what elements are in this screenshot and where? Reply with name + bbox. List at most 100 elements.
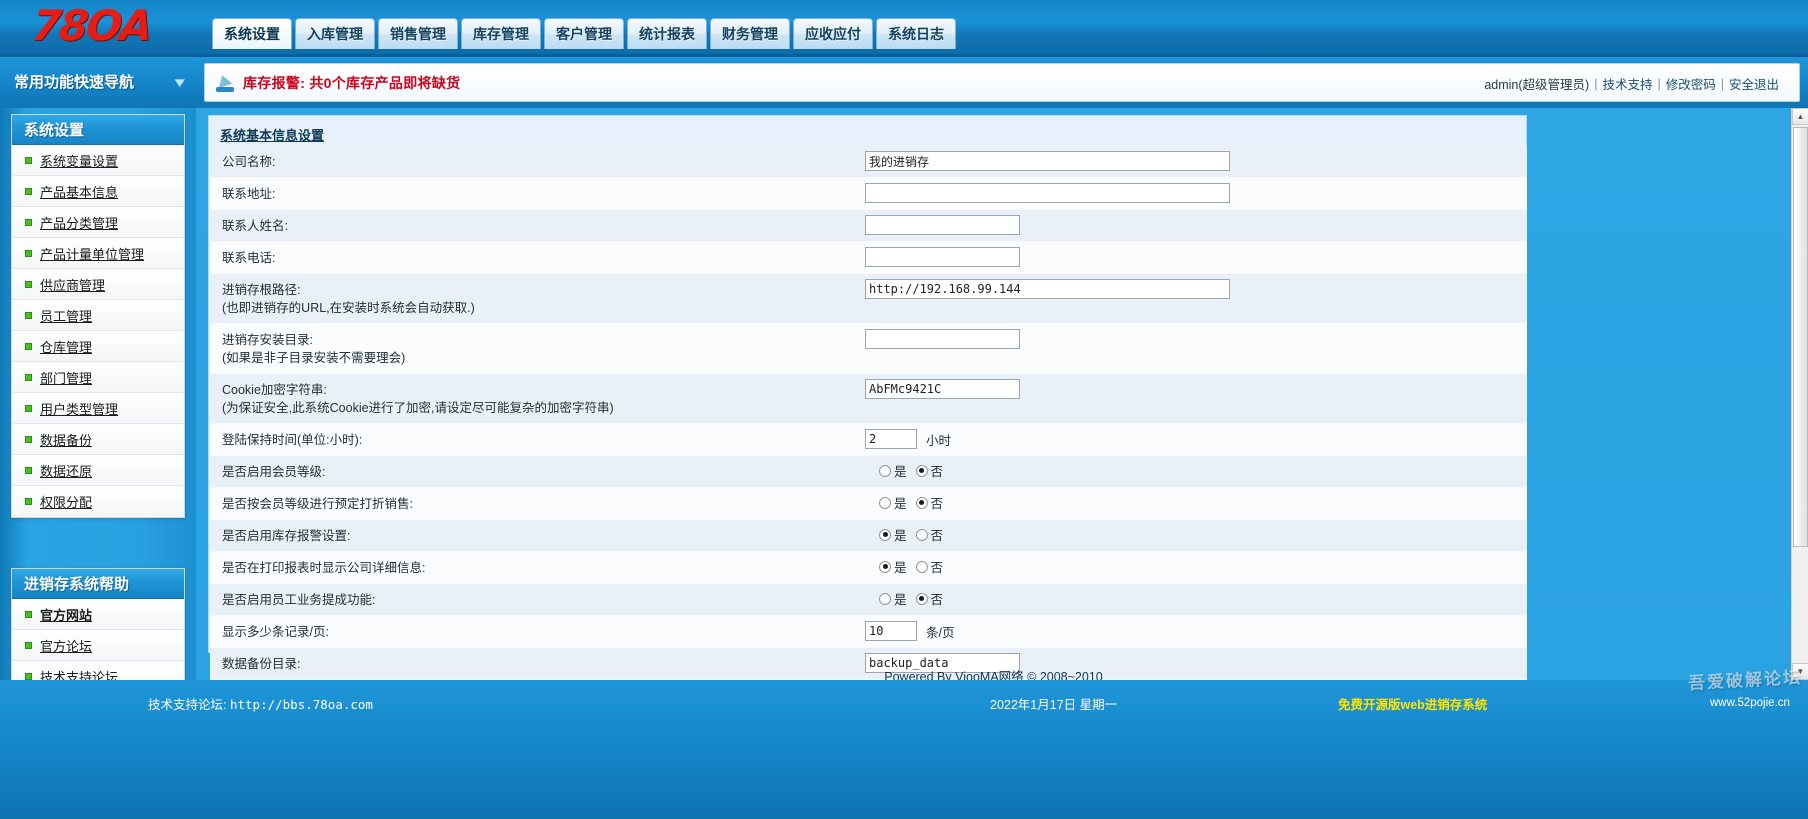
radio-option-0[interactable]: 是: [879, 557, 907, 576]
app-logo[interactable]: 78OA: [32, 2, 192, 50]
input-field-7[interactable]: [865, 429, 917, 449]
bullet-square-icon: [25, 467, 32, 474]
input-field-13[interactable]: [865, 621, 917, 641]
radio-option-label: 是: [894, 557, 907, 576]
sidebar-item-7[interactable]: 部门管理: [12, 362, 184, 393]
radio-option-0[interactable]: 是: [879, 525, 907, 544]
footer-support-url[interactable]: http://bbs.78oa.com: [230, 697, 373, 712]
radio-button-icon[interactable]: [879, 561, 891, 573]
chevron-down-icon[interactable]: ▾: [175, 73, 186, 91]
radio-option-0[interactable]: 是: [879, 461, 907, 480]
nav-tab-0[interactable]: 系统设置: [212, 18, 292, 49]
sidebar-settings-list: 系统变量设置产品基本信息产品分类管理产品计量单位管理供应商管理员工管理仓库管理部…: [12, 145, 184, 517]
radio-option-1[interactable]: 否: [916, 525, 944, 544]
nav-tab-3[interactable]: 库存管理: [461, 18, 541, 49]
menu-item-label: 供应商管理: [40, 275, 105, 294]
radio-option-0[interactable]: 是: [879, 589, 907, 608]
form-label-hint: (为保证安全,此系统Cookie进行了加密,请设定尽可能复杂的加密字符串): [222, 399, 865, 417]
scrollbar-thumb[interactable]: [1793, 127, 1808, 547]
sidebar-item-10[interactable]: 数据还原: [12, 455, 184, 486]
radio-button-icon[interactable]: [879, 465, 891, 477]
radio-option-0[interactable]: 是: [879, 493, 907, 512]
footer-site[interactable]: www.52pojie.cn: [1710, 697, 1790, 709]
radio-option-1[interactable]: 否: [916, 461, 944, 480]
form-label-text: 显示多少条记录/页:: [222, 625, 329, 639]
bullet-square-icon: [25, 281, 32, 288]
menu-item-label: 部门管理: [40, 368, 92, 387]
nav-tab-7[interactable]: 应收应付: [793, 18, 873, 49]
form-label-text: 是否启用会员等级:: [222, 465, 325, 479]
radio-option-1[interactable]: 否: [916, 589, 944, 608]
sidebar-item-8[interactable]: 用户类型管理: [12, 393, 184, 424]
radio-button-icon[interactable]: [879, 497, 891, 509]
page-scrollbar[interactable]: ▲ ▼: [1791, 108, 1808, 680]
form-row: 联系电话:: [210, 242, 1527, 274]
radio-button-icon[interactable]: [916, 593, 928, 605]
input-field-3[interactable]: [865, 247, 1020, 267]
page-footer: 技术支持论坛: http://bbs.78oa.com 2022年1月17日 星…: [0, 680, 1808, 819]
sidebar-item-2[interactable]: 产品分类管理: [12, 207, 184, 238]
sidebar-help-item-0[interactable]: 官方网站: [12, 599, 184, 630]
radio-button-icon[interactable]: [916, 561, 928, 573]
radio-option-label: 否: [931, 525, 944, 544]
form-label-text: 登陆保持时间(单位:小时):: [222, 433, 362, 447]
form-row-label: 公司名称:: [210, 146, 865, 177]
radio-option-1[interactable]: 否: [916, 557, 944, 576]
sidebar-item-1[interactable]: 产品基本信息: [12, 176, 184, 207]
radio-button-icon[interactable]: [916, 497, 928, 509]
bullet-square-icon: [25, 312, 32, 319]
userbar-link-2[interactable]: 安全退出: [1729, 74, 1779, 93]
form-label-text: 联系地址:: [222, 187, 275, 201]
nav-tab-label: 库存管理: [473, 24, 529, 44]
sidebar-item-0[interactable]: 系统变量设置: [12, 145, 184, 176]
input-field-2[interactable]: [865, 215, 1020, 235]
form-row-label: 进销存根路径:(也即进销存的URL,在安装时系统会自动获取.): [210, 274, 865, 323]
radio-button-icon[interactable]: [879, 593, 891, 605]
input-field-5[interactable]: [865, 329, 1020, 349]
radio-button-icon[interactable]: [916, 465, 928, 477]
form-row: Cookie加密字符串:(为保证安全,此系统Cookie进行了加密,请设定尽可能…: [210, 374, 1527, 424]
menu-item-label: 数据还原: [40, 461, 92, 480]
form-row-field: [865, 374, 1527, 404]
footer-promo: 免费开源版web进销存系统: [1338, 694, 1487, 713]
nav-tab-4[interactable]: 客户管理: [544, 18, 624, 49]
sidebar-item-3[interactable]: 产品计量单位管理: [12, 238, 184, 269]
sidebar-item-5[interactable]: 员工管理: [12, 300, 184, 331]
nav-tab-5[interactable]: 统计报表: [627, 18, 707, 49]
radio-group-11: 是否: [879, 557, 943, 576]
current-user-label: admin(超级管理员): [1484, 74, 1589, 93]
bullet-square-icon: [25, 343, 32, 350]
sidebar-item-4[interactable]: 供应商管理: [12, 269, 184, 300]
radio-button-icon[interactable]: [879, 529, 891, 541]
nav-tab-6[interactable]: 财务管理: [710, 18, 790, 49]
sidebar-item-9[interactable]: 数据备份: [12, 424, 184, 455]
input-field-6[interactable]: [865, 379, 1020, 399]
scroll-up-arrow[interactable]: ▲: [1792, 108, 1808, 125]
form-row-label: 进销存安装目录:(如果是非子目录安装不需要理会): [210, 324, 865, 373]
form-row-field: 是否: [865, 520, 1527, 549]
nav-tab-8[interactable]: 系统日志: [876, 18, 956, 49]
footer-date: 2022年1月17日 星期一: [990, 694, 1117, 713]
quick-nav-title: 常用功能快速导航: [14, 71, 134, 92]
input-field-4[interactable]: [865, 279, 1230, 299]
nav-tab-1[interactable]: 入库管理: [295, 18, 375, 49]
sidebar-help-item-1[interactable]: 官方论坛: [12, 630, 184, 661]
footer-support-forum[interactable]: 技术支持论坛: http://bbs.78oa.com: [148, 694, 373, 713]
radio-option-label: 是: [894, 589, 907, 608]
userbar-link-1[interactable]: 修改密码: [1666, 74, 1716, 93]
sidebar-item-11[interactable]: 权限分配: [12, 486, 184, 517]
form-row: 是否启用库存报警设置:是否: [210, 520, 1527, 552]
menu-item-label: 仓库管理: [40, 337, 92, 356]
radio-option-1[interactable]: 否: [916, 493, 944, 512]
userbar-link-0[interactable]: 技术支持: [1602, 74, 1652, 93]
bullet-square-icon: [25, 436, 32, 443]
radio-option-label: 否: [931, 557, 944, 576]
sidebar-help-item-2[interactable]: 技术支持论坛: [12, 661, 184, 680]
sidebar-item-6[interactable]: 仓库管理: [12, 331, 184, 362]
input-field-1[interactable]: [865, 183, 1230, 203]
form-row: 是否在打印报表时显示公司详细信息:是否: [210, 552, 1527, 584]
nav-tab-2[interactable]: 销售管理: [378, 18, 458, 49]
input-field-0[interactable]: [865, 151, 1230, 171]
radio-button-icon[interactable]: [916, 529, 928, 541]
menu-item-label: 权限分配: [40, 492, 92, 511]
